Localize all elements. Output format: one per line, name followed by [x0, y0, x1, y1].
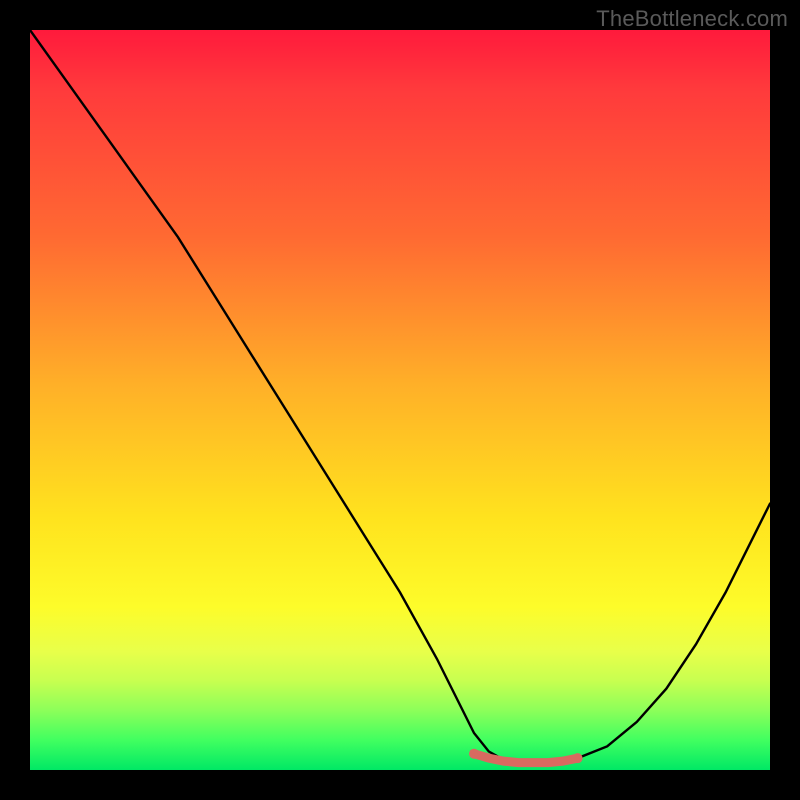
- curve-layer: [30, 30, 770, 770]
- watermark-text: TheBottleneck.com: [596, 6, 788, 32]
- highlight-end-right: [573, 753, 583, 763]
- flat-highlight: [474, 754, 578, 763]
- plot-area: [30, 30, 770, 770]
- main-curve: [30, 30, 770, 763]
- chart-frame: TheBottleneck.com: [0, 0, 800, 800]
- highlight-end-left: [469, 749, 479, 759]
